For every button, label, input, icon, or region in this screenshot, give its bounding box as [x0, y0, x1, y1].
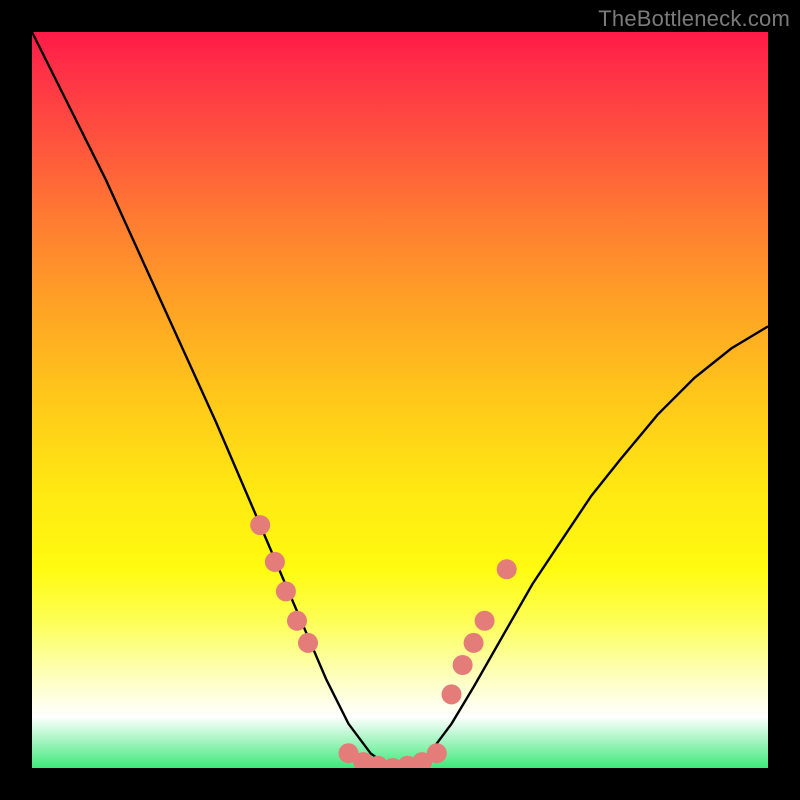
marker-left-cluster [298, 633, 318, 653]
marker-right-cluster [475, 611, 495, 631]
marker-left-cluster [276, 581, 296, 601]
marker-right-cluster [497, 559, 517, 579]
marker-left-cluster [287, 611, 307, 631]
marker-left-cluster [265, 552, 285, 572]
chart-svg [32, 32, 768, 768]
bottleneck-curve [32, 32, 768, 768]
watermark-text: TheBottleneck.com [598, 6, 790, 32]
plot-area [32, 32, 768, 768]
marker-bottom-cluster [427, 743, 447, 763]
data-markers [250, 515, 517, 768]
marker-right-cluster [442, 684, 462, 704]
marker-right-cluster [464, 633, 484, 653]
chart-frame: TheBottleneck.com [0, 0, 800, 800]
marker-left-cluster [250, 515, 270, 535]
marker-right-cluster [453, 655, 473, 675]
